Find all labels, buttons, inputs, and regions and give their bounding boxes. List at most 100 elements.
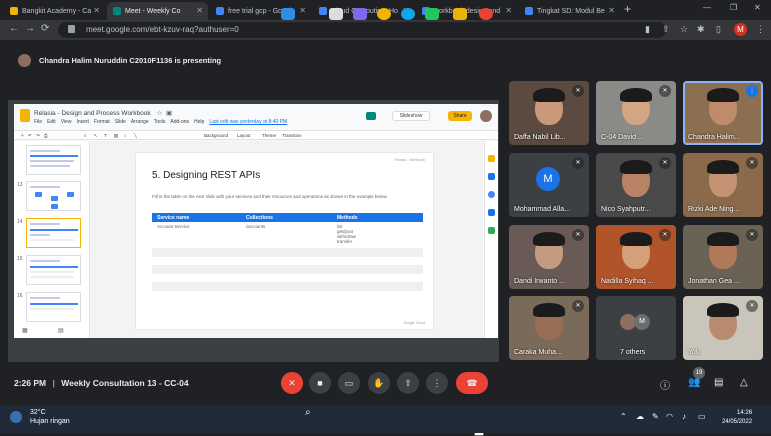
participant-tile[interactable]: ✕ Caraka Muha...: [509, 296, 589, 360]
browser-tab[interactable]: Tingkat SD: Modul Be ✕: [519, 2, 620, 20]
textbox-icon[interactable]: T: [104, 133, 107, 138]
filmstrip-view-icon[interactable]: ▤: [58, 327, 64, 334]
raise-hand-button[interactable]: ✋: [368, 372, 390, 394]
account-avatar[interactable]: [480, 110, 492, 122]
maps-icon[interactable]: [488, 227, 495, 234]
star-icon[interactable]: ☆: [156, 110, 162, 117]
participant-tile[interactable]: ✕ Rizki Ade Ning...: [683, 153, 763, 217]
side-panel-icon[interactable]: ▯: [716, 24, 721, 35]
meeting-details-icon[interactable]: ⓘ: [660, 377, 670, 392]
select-icon[interactable]: ↖: [94, 133, 98, 139]
browser-tab[interactable]: Meet - Weekly Co ✕: [107, 2, 208, 20]
move-folder-icon[interactable]: ▣: [166, 110, 172, 117]
slide-thumbnail-selected[interactable]: [26, 218, 81, 248]
browser-tab[interactable]: free trial gcp - Googl ✕: [210, 2, 311, 20]
battery-icon[interactable]: ▭: [698, 412, 706, 421]
toolbar-theme[interactable]: Theme: [262, 133, 276, 138]
tab-close-icon[interactable]: ✕: [93, 6, 100, 15]
menu-edit[interactable]: Edit: [47, 119, 56, 125]
menu-insert[interactable]: Insert: [76, 119, 89, 125]
leave-call-button[interactable]: ☎: [456, 372, 488, 394]
profile-avatar[interactable]: M: [734, 23, 747, 36]
menu-format[interactable]: Format: [94, 119, 110, 125]
maximize-icon[interactable]: ❐: [730, 3, 737, 12]
calendar-icon[interactable]: [488, 173, 495, 180]
menu-slide[interactable]: Slide: [115, 119, 126, 125]
line-icon[interactable]: ╲: [134, 133, 137, 139]
extensions-icon[interactable]: ✱: [697, 24, 705, 35]
show-hidden-icons[interactable]: ⌃: [620, 412, 627, 421]
onedrive-icon[interactable]: ☁: [636, 412, 644, 421]
minimize-icon[interactable]: —: [703, 3, 711, 12]
participant-tile[interactable]: ✕ Dandi Irwanto ...: [509, 225, 589, 289]
menu-addons[interactable]: Add-ons: [170, 119, 189, 125]
windows-start-icon[interactable]: [281, 8, 295, 20]
toolbar-transition[interactable]: Transition: [282, 133, 302, 138]
meet-call-icon[interactable]: [366, 112, 376, 120]
last-edit-link[interactable]: Last edit was yesterday at 8:40 PM: [209, 119, 287, 125]
back-icon[interactable]: ←: [9, 23, 19, 34]
keep-icon[interactable]: [488, 155, 495, 162]
camera-in-use-icon[interactable]: ▮: [645, 24, 650, 35]
menu-tools[interactable]: Tools: [154, 119, 166, 125]
menu-view[interactable]: View: [61, 119, 72, 125]
tab-close-icon[interactable]: ✕: [299, 6, 306, 15]
slideshow-button[interactable]: Slideshow: [392, 111, 430, 121]
chrome-icon[interactable]: [377, 8, 391, 20]
slide-thumbnail[interactable]: [26, 255, 81, 285]
slide-thumbnail[interactable]: [26, 145, 81, 175]
mic-off-button[interactable]: ✕: [281, 372, 303, 394]
print-icon[interactable]: ⎙: [44, 133, 48, 138]
tasks-icon[interactable]: [488, 191, 495, 198]
volume-icon[interactable]: ♪: [682, 412, 686, 421]
forward-icon[interactable]: →: [25, 23, 35, 34]
edge-icon[interactable]: [401, 8, 415, 20]
pen-icon[interactable]: ✎: [652, 412, 659, 421]
undo-icon[interactable]: ↶: [28, 133, 32, 139]
participant-tile[interactable]: ✕ Nadilla Syihaq ...: [596, 225, 676, 289]
slide-thumbnail[interactable]: [26, 181, 81, 211]
menu-file[interactable]: File: [34, 119, 42, 125]
wifi-icon[interactable]: ◠: [666, 412, 673, 421]
others-tile[interactable]: M 7 others: [596, 296, 676, 360]
menu-arrange[interactable]: Arrange: [131, 119, 149, 125]
more-options-button[interactable]: ⋮: [426, 372, 448, 394]
grid-view-icon[interactable]: ▦: [22, 327, 28, 334]
share-page-icon[interactable]: ⇪: [662, 24, 670, 35]
toolbar-layout[interactable]: Layout: [237, 133, 251, 138]
participant-tile[interactable]: ✕ Jonathan Gea ...: [683, 225, 763, 289]
shape-icon[interactable]: ○: [124, 133, 127, 138]
participant-tile[interactable]: ⋮ Chandra Halim...: [683, 81, 763, 145]
participant-tile[interactable]: ✕ Daffa Nabil Lib...: [509, 81, 589, 145]
system-clock[interactable]: 14:26 24/05/2022: [722, 409, 752, 427]
new-tab-button[interactable]: +: [624, 2, 631, 16]
participant-tile[interactable]: ✕ You: [683, 296, 763, 360]
present-button[interactable]: ⇧: [397, 372, 419, 394]
share-button[interactable]: Share: [448, 111, 472, 121]
document-title-text[interactable]: Relasia - Design and Process Workbook: [34, 110, 151, 117]
close-window-icon[interactable]: ✕: [754, 3, 761, 12]
search-icon[interactable]: ⌕: [305, 407, 319, 419]
tab-close-icon[interactable]: ✕: [608, 6, 615, 15]
activities-icon[interactable]: △: [740, 377, 748, 388]
captions-button[interactable]: ▭: [338, 372, 360, 394]
tab-close-icon[interactable]: ✕: [196, 6, 203, 15]
image-icon[interactable]: ▨: [114, 133, 118, 139]
reload-icon[interactable]: ⟳: [41, 23, 49, 34]
bookmark-star-icon[interactable]: ☆: [680, 24, 688, 35]
teams-chat-icon[interactable]: [353, 8, 367, 20]
slide-thumbnail[interactable]: [26, 292, 81, 322]
store-icon[interactable]: [425, 8, 439, 20]
camera-button[interactable]: ■: [309, 372, 331, 394]
chrome-active-icon[interactable]: [479, 8, 493, 20]
redo-icon[interactable]: ↷: [36, 133, 40, 139]
participant-tile[interactable]: ✕ Nico Syahputr...: [596, 153, 676, 217]
file-explorer-icon[interactable]: [453, 8, 467, 20]
browser-tab[interactable]: Bangkit Academy - Ca ✕: [4, 2, 105, 20]
zoom-icon[interactable]: ⌕: [84, 133, 87, 138]
toolbar-background[interactable]: Background: [204, 133, 228, 138]
chat-icon[interactable]: ▤: [714, 377, 723, 388]
weather-widget[interactable]: 32°C Hujan ringan: [30, 408, 70, 426]
menu-help[interactable]: Help: [194, 119, 204, 125]
address-bar[interactable]: meet.google.com/ebt-kzuv-raq?authuser=0: [58, 22, 666, 38]
